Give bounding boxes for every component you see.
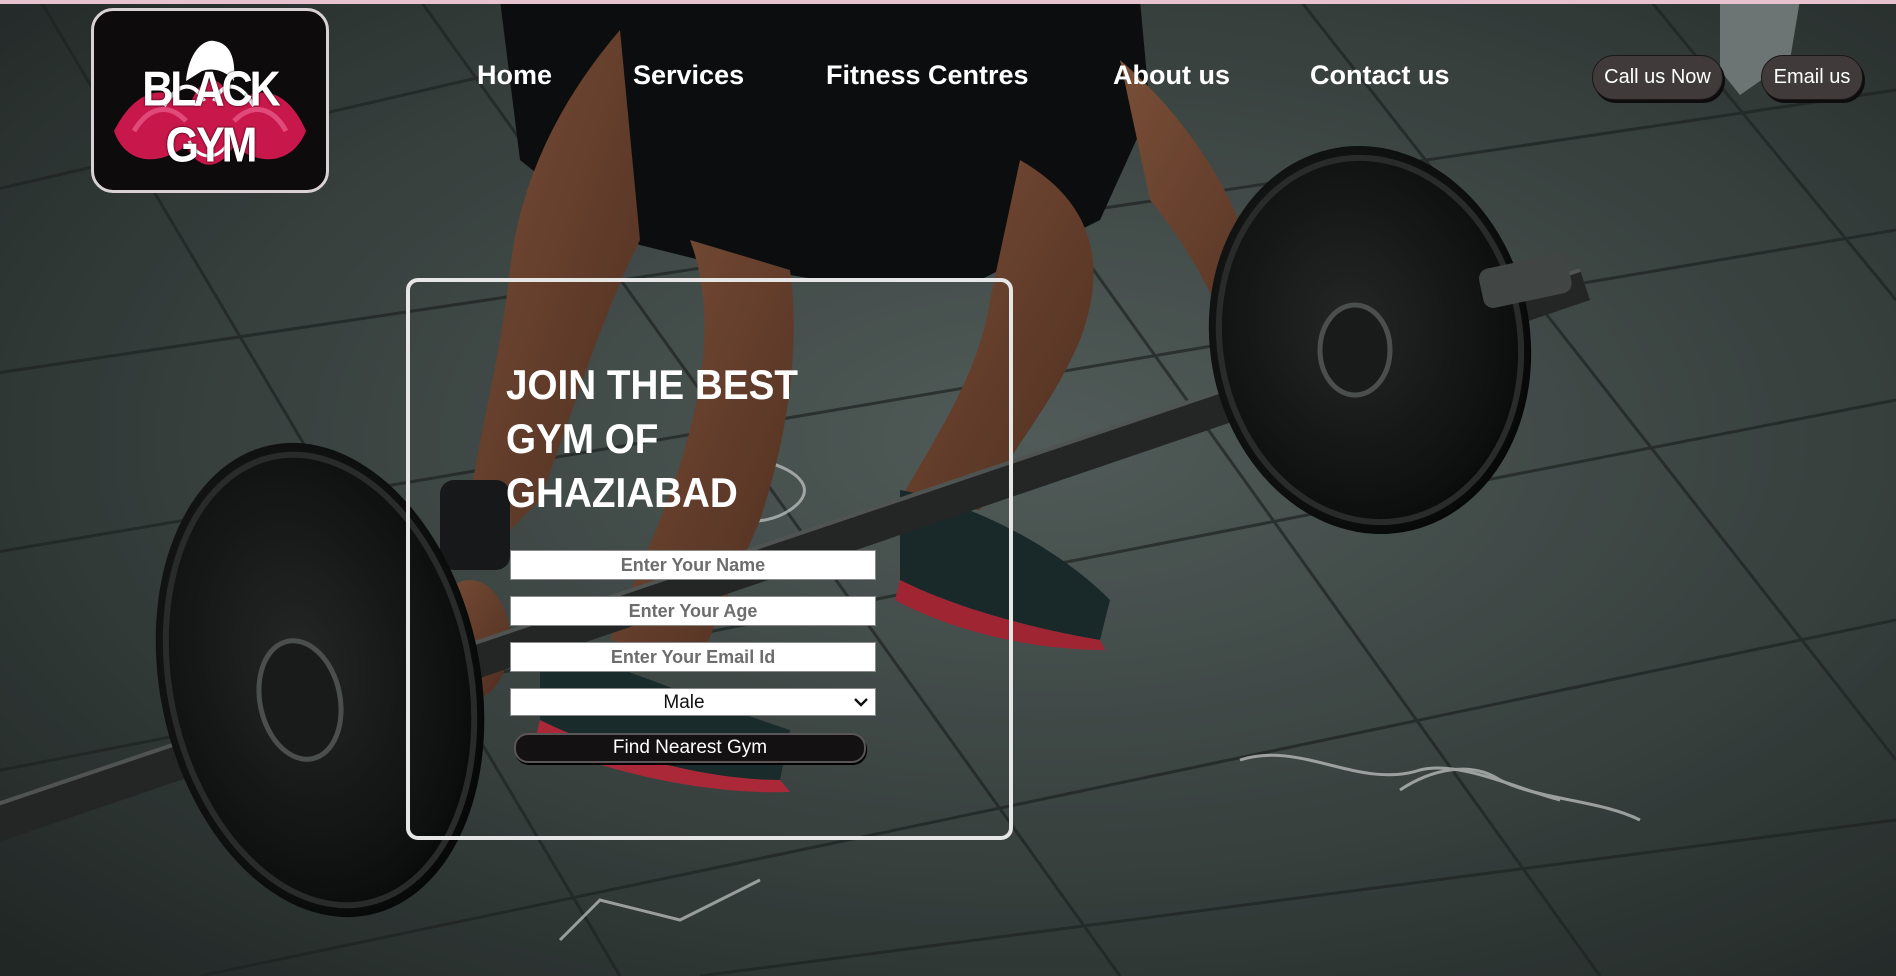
nav-link-about-us[interactable]: About us xyxy=(1113,60,1230,91)
chevron-down-icon xyxy=(854,698,868,707)
nav-link-fitness-centres[interactable]: Fitness Centres xyxy=(826,60,1029,91)
nav-link-contact-us[interactable]: Contact us xyxy=(1310,60,1450,91)
nav-link-services[interactable]: Services xyxy=(633,60,744,91)
hero-headline: JOIN THE BEST GYM OF GHAZIABAD xyxy=(506,358,856,520)
gender-select[interactable]: Male xyxy=(510,688,876,716)
email-input[interactable] xyxy=(510,642,876,672)
email-us-button[interactable]: Email us xyxy=(1761,55,1863,100)
find-nearest-gym-button[interactable]: Find Nearest Gym xyxy=(514,733,866,763)
page: BLACK GYM Home Services Fitness Centres … xyxy=(0,0,1896,976)
call-us-button[interactable]: Call us Now xyxy=(1592,55,1723,100)
name-input[interactable] xyxy=(510,550,876,580)
headline-line-1: JOIN THE BEST xyxy=(506,361,798,408)
top-border xyxy=(0,0,1896,4)
gender-select-value: Male xyxy=(663,692,705,713)
headline-line-3: GHAZIABAD xyxy=(506,469,738,516)
logo[interactable]: BLACK GYM xyxy=(91,8,329,193)
nav-link-home[interactable]: Home xyxy=(477,60,552,91)
headline-line-2: GYM OF xyxy=(506,415,659,462)
age-input[interactable] xyxy=(510,596,876,626)
